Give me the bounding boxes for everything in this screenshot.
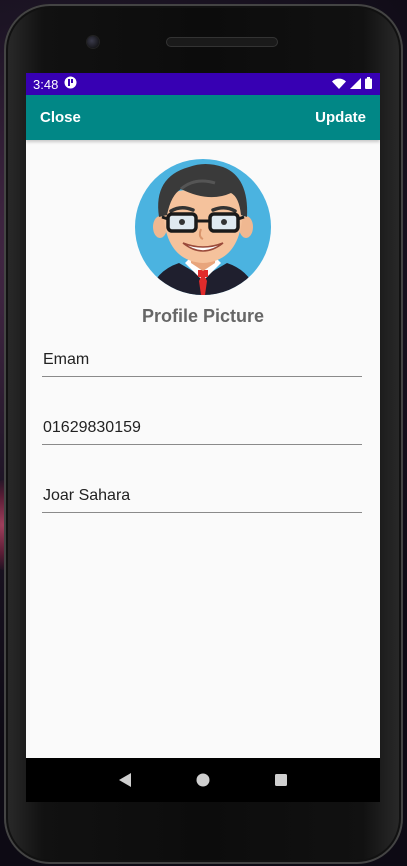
name-field (42, 346, 363, 377)
app-notification-icon (64, 76, 77, 92)
profile-avatar[interactable] (135, 159, 271, 295)
signal-icon (350, 77, 361, 92)
navigation-bar (26, 758, 380, 802)
avatar-illustration (135, 159, 271, 295)
profile-picture-label: Profile Picture (141, 306, 265, 326)
status-time: 3:48 (33, 76, 59, 92)
close-button[interactable]: Close (40, 109, 81, 126)
address-input[interactable] (42, 487, 363, 505)
update-button[interactable]: Update (315, 109, 366, 126)
front-camera (87, 36, 99, 48)
recents-icon[interactable] (269, 768, 293, 792)
back-icon[interactable] (113, 768, 137, 792)
status-bar: 3:48 (26, 73, 380, 95)
name-input[interactable] (42, 351, 363, 369)
home-icon[interactable] (191, 768, 215, 792)
wifi-icon (332, 77, 346, 92)
app-screen: 3:48 Close Update Profile Picture Emam 0… (26, 73, 380, 758)
battery-icon (365, 76, 372, 92)
address-field (42, 482, 363, 513)
phone-field (42, 414, 363, 445)
earpiece-speaker (166, 37, 278, 47)
app-bar: Close Update (26, 95, 380, 140)
phone-input[interactable] (42, 419, 363, 437)
